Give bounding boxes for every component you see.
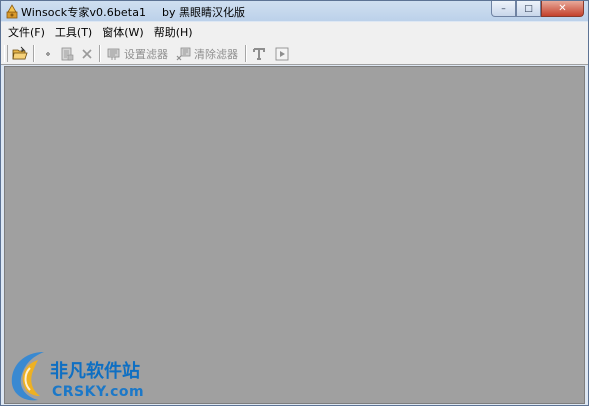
window-title: Winsock专家v0.6beta1 [21, 6, 147, 19]
menu-window[interactable]: 窗体(W) [97, 24, 148, 40]
watermark-title: 非凡软件站 [50, 361, 140, 382]
app-icon [6, 4, 18, 19]
set-filter-button[interactable]: 设置滤器 [106, 44, 168, 63]
menu-bar: 文件(F) 工具(T) 窗体(W) 帮助(H) [1, 22, 588, 42]
maximize-button[interactable]: □ [516, 1, 541, 17]
text-button[interactable] [251, 44, 267, 63]
play-button[interactable] [274, 44, 290, 63]
open-button[interactable] [12, 44, 28, 63]
clear-filter-icon [176, 47, 191, 60]
set-filter-label: 设置滤器 [124, 47, 168, 61]
watermark-domain: CRSKY.com [52, 384, 145, 400]
close-x-icon [82, 48, 92, 59]
title-bar[interactable]: Winsock专家v0.6beta1 by 黑眼睛汉化版 – □ ✕ [1, 1, 588, 21]
delete-button[interactable] [79, 44, 95, 63]
menu-help[interactable]: 帮助(H) [149, 24, 198, 40]
pin-icon [46, 51, 50, 56]
toolbar-grip[interactable] [4, 45, 8, 62]
document-button[interactable] [59, 44, 75, 63]
filter-icon [107, 48, 120, 60]
menu-file[interactable]: 文件(F) [3, 24, 50, 40]
clear-filter-label: 清除滤器 [194, 47, 238, 61]
play-icon [275, 47, 289, 60]
document-icon [61, 47, 74, 60]
clear-filter-button[interactable]: 清除滤器 [176, 44, 238, 63]
window-controls: – □ ✕ [491, 1, 584, 18]
menu-tools[interactable]: 工具(T) [50, 24, 97, 40]
close-button[interactable]: ✕ [541, 1, 584, 17]
toolbar-separator [245, 45, 247, 62]
watermark-logo-icon [11, 352, 44, 401]
toolbar-separator [33, 45, 35, 62]
toolbar-separator [99, 45, 101, 62]
text-icon [253, 47, 265, 60]
pin-button[interactable] [40, 44, 56, 63]
window-title-credit: by 黑眼睛汉化版 [162, 6, 245, 19]
minimize-button[interactable]: – [491, 1, 516, 17]
open-folder-icon [12, 46, 28, 59]
watermark: 非凡软件站 CRSKY.com [0, 344, 162, 406]
toolbar: 设置滤器 清除滤器 [1, 42, 588, 65]
